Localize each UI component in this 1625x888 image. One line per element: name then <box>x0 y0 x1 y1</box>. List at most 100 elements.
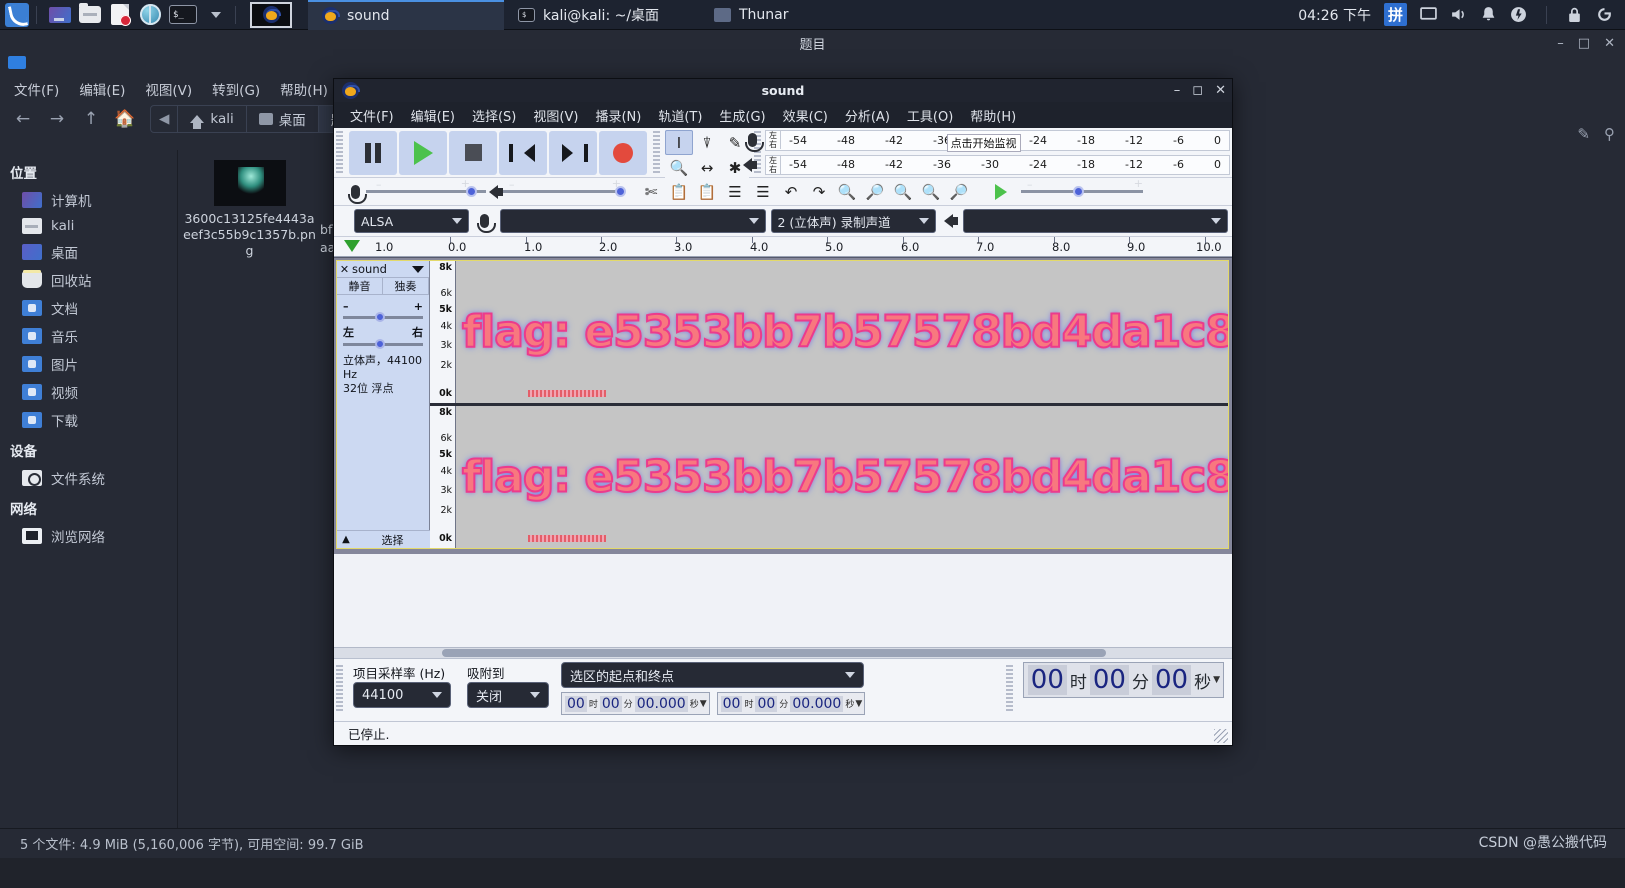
skip-end-button[interactable] <box>549 130 597 175</box>
sidebar-item-filesystem[interactable]: 文件系统 <box>0 464 177 492</box>
home-icon[interactable]: 🏠 <box>110 105 140 133</box>
selection-start-time[interactable]: 00 时 00 分 00.000 秒 ▼ <box>561 692 710 715</box>
timeline-ruler[interactable]: 1.0 0.0 1.0 2.0 3.0 4.0 5.0 6.0 7.0 8.0 … <box>334 237 1232 257</box>
track-area[interactable]: ✕ sound 静音 独奏 – + 左右 立体声，44100 Hz 32位 浮点… <box>334 257 1232 554</box>
skip-start-button[interactable] <box>499 130 547 175</box>
thunar-minimize-button[interactable]: – <box>1557 36 1564 51</box>
up-arrow-icon[interactable]: ↑ <box>76 105 106 133</box>
power-icon[interactable] <box>1510 6 1527 23</box>
sidebar-item-downloads[interactable]: 下载 <box>0 406 177 434</box>
track-channel-left[interactable]: 8k 6k 5k 4k 3k 2k 0k flag: e5353bb7b5757… <box>430 261 1228 403</box>
pause-button[interactable] <box>349 130 397 175</box>
breadcrumb-item-kali[interactable]: kali <box>178 106 247 132</box>
tools-toolbar-grip[interactable] <box>653 131 660 174</box>
zoom-toggle-icon[interactable]: 🔎 <box>945 179 973 204</box>
audio-host-select[interactable]: ALSA <box>354 209 469 233</box>
terminal-icon[interactable]: $_ <box>167 2 199 28</box>
zoom-in-icon[interactable]: 🔍 <box>833 179 861 204</box>
audacity-minimize-button[interactable]: – <box>1174 83 1181 98</box>
spectrogram-left[interactable]: flag: e5353bb7b57578bd4da1c898a8e2d767 <box>456 261 1228 403</box>
mute-button[interactable]: 静音 <box>337 278 383 294</box>
menu-edit[interactable]: 编辑(E) <box>411 106 455 125</box>
silence-icon[interactable]: ☰ <box>749 179 777 204</box>
track-menu-chevron-down-icon[interactable] <box>412 265 424 273</box>
thunar-close-button[interactable]: ✕ <box>1604 36 1615 51</box>
track-pan-slider[interactable]: 左右 <box>343 324 423 349</box>
sidebar-item-computer[interactable]: 计算机 <box>0 186 177 214</box>
record-button[interactable] <box>599 130 647 175</box>
audio-position-time[interactable]: 00 时 00 分 00 秒 ▼ <box>1022 662 1224 698</box>
playhead-icon[interactable] <box>344 240 360 252</box>
menu-file[interactable]: 文件(F) <box>350 106 394 125</box>
trim-icon[interactable]: ☰ <box>721 179 749 204</box>
menu-help[interactable]: 帮助(H) <box>278 77 330 101</box>
folder-icon[interactable] <box>77 2 103 28</box>
audacity-close-button[interactable]: ✕ <box>1215 83 1226 98</box>
recording-device-select[interactable] <box>500 209 766 233</box>
forward-arrow-icon[interactable]: → <box>42 105 72 133</box>
menu-view[interactable]: 视图(V) <box>143 77 194 101</box>
menu-tracks[interactable]: 轨道(T) <box>658 106 702 125</box>
selection-tool-icon[interactable]: I <box>665 130 693 155</box>
recording-meter[interactable]: 左右 -54 -48 -42 -36 -30 -24 -18 -12 -6 0 <box>745 130 1230 153</box>
sidebar-item-trash[interactable]: 回收站 <box>0 266 177 294</box>
transport-toolbar-grip[interactable] <box>336 131 343 174</box>
play-button[interactable] <box>399 130 447 175</box>
copy-icon[interactable]: 📋 <box>665 179 693 204</box>
globe-icon[interactable] <box>137 2 163 28</box>
undo-icon[interactable]: ↶ <box>777 179 805 204</box>
snap-to-select[interactable]: 关闭 <box>467 682 549 708</box>
logout-icon[interactable] <box>1596 6 1613 23</box>
edit-pencil-icon[interactable]: ✎ <box>1577 125 1590 143</box>
lock-icon[interactable] <box>1566 6 1583 23</box>
volume-icon[interactable] <box>1450 6 1467 23</box>
menu-tools[interactable]: 工具(O) <box>907 106 953 125</box>
playback-meter[interactable]: 左右 -54 -48 -42 -36 -30 -24 -18 -12 -6 0 <box>743 154 1230 175</box>
track-control-panel[interactable]: ✕ sound 静音 独奏 – + 左右 立体声，44100 Hz 32位 浮点… <box>337 261 430 548</box>
time-toolbar-grip[interactable] <box>1005 665 1013 713</box>
audacity-maximize-button[interactable]: ◻ <box>1192 83 1203 98</box>
sidebar-item-desktop[interactable]: 桌面 <box>0 238 177 266</box>
menu-help[interactable]: 帮助(H) <box>970 106 1016 125</box>
stop-button[interactable] <box>449 130 497 175</box>
thunar-maximize-button[interactable]: □ <box>1578 36 1590 51</box>
breadcrumb-scroll-left[interactable]: ◀ <box>151 106 179 132</box>
selection-toolbar-grip[interactable] <box>336 665 343 713</box>
project-rate-select[interactable]: 44100 <box>353 682 451 708</box>
sidebar-item-documents[interactable]: 文档 <box>0 294 177 322</box>
menu-analyze[interactable]: 分析(A) <box>845 106 890 125</box>
spectrogram-right[interactable]: flag: e5353bb7b57578bd4da1c898a8e2d767 <box>456 406 1228 548</box>
menu-effect[interactable]: 效果(C) <box>783 106 828 125</box>
sidebar-item-videos[interactable]: 视频 <box>0 378 177 406</box>
window-preview-sound[interactable] <box>250 1 292 28</box>
taskbar-window-terminal[interactable]: $ kali@kali: ~/桌面 <box>504 0 700 30</box>
sidebar-item-kali[interactable]: kali <box>0 214 177 238</box>
collapse-track-icon[interactable]: ▲ <box>337 534 355 545</box>
sidebar-item-network[interactable]: 浏览网络 <box>0 522 177 550</box>
bell-icon[interactable] <box>1480 6 1497 23</box>
audio-track[interactable]: ✕ sound 静音 独奏 – + 左右 立体声，44100 Hz 32位 浮点… <box>336 260 1229 549</box>
chevron-down-icon[interactable] <box>203 2 229 28</box>
playback-device-select[interactable] <box>962 209 1228 233</box>
track-name[interactable]: sound <box>352 262 412 276</box>
menu-go[interactable]: 转到(G) <box>210 77 262 101</box>
track-channel-right[interactable]: 8k 6k 5k 4k 3k 2k 0k flag: e5353bb7b5757… <box>430 406 1228 548</box>
selection-end-time[interactable]: 00 时 00 分 00.000 秒 ▼ <box>716 692 866 715</box>
track-gain-slider[interactable]: – + <box>343 300 423 322</box>
display-icon[interactable] <box>1420 6 1437 23</box>
fit-selection-icon[interactable]: 🔍 <box>889 179 917 204</box>
document-icon[interactable] <box>107 2 133 28</box>
play-at-speed-icon[interactable] <box>987 179 1015 204</box>
horizontal-scrollbar[interactable] <box>334 647 1232 658</box>
zoom-out-icon[interactable]: 🔎 <box>861 179 889 204</box>
selection-mode-select[interactable]: 选区的起点和终点 <box>561 662 864 688</box>
cut-icon[interactable]: ✄ <box>637 179 665 204</box>
sidebar-item-pictures[interactable]: 图片 <box>0 350 177 378</box>
breadcrumb-item-desktop[interactable]: 桌面 <box>247 106 319 132</box>
playback-volume-slider[interactable]: – + <box>503 177 626 203</box>
kali-menu-icon[interactable] <box>4 2 30 28</box>
recording-channels-select[interactable]: 2 (立体声) 录制声道 <box>770 209 936 233</box>
recording-volume-slider[interactable]: – + <box>366 177 486 203</box>
sidebar-item-music[interactable]: 音乐 <box>0 322 177 350</box>
redo-icon[interactable]: ↷ <box>805 179 833 204</box>
